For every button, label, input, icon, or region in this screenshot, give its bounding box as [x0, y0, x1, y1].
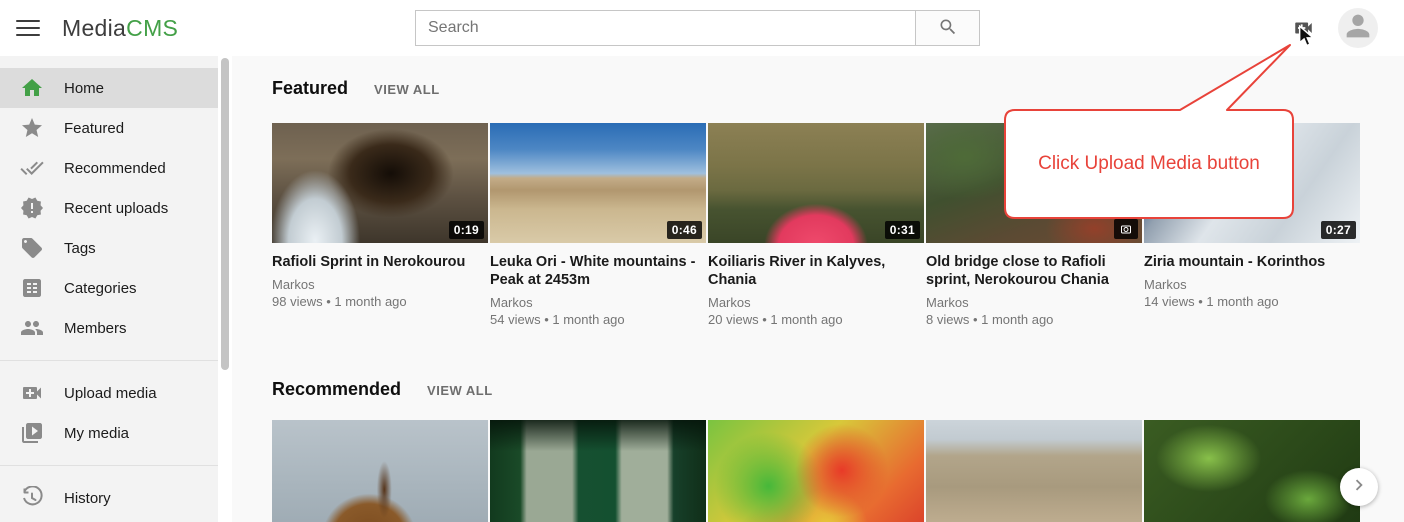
recent-uploads-icon: [20, 196, 44, 220]
sidebar-item-label: Recommended: [64, 160, 166, 177]
sidebar-item-tags[interactable]: Tags: [0, 228, 218, 268]
video-meta: 14 views • 1 month ago: [1144, 294, 1360, 310]
page-scrollbar: [218, 56, 232, 522]
sidebar-item-label: My media: [64, 425, 129, 442]
video-author[interactable]: Markos: [1144, 277, 1360, 293]
video-card[interactable]: [926, 420, 1142, 522]
duration-badge: 0:46: [667, 221, 702, 239]
person-icon: [1341, 9, 1375, 48]
upload-media-icon: [20, 381, 44, 405]
video-author[interactable]: Markos: [490, 295, 706, 311]
video-thumbnail[interactable]: [490, 420, 706, 522]
sidebar-divider: [0, 360, 218, 361]
logo-text-cms: CMS: [126, 15, 178, 42]
sidebar-item-label: Home: [64, 80, 104, 97]
video-thumbnail[interactable]: [708, 420, 924, 522]
duration-badge: 0:27: [1321, 221, 1356, 239]
search-input[interactable]: [416, 11, 915, 45]
upload-media-button[interactable]: [1290, 17, 1318, 41]
sidebar: Home Featured Recommended Recent uploads…: [0, 56, 218, 522]
categories-icon: [20, 276, 44, 300]
checkmarks-icon: [20, 156, 44, 180]
sidebar-item-label: Featured: [64, 120, 124, 137]
section-title: Recommended: [272, 379, 401, 400]
section-title: Featured: [272, 78, 348, 99]
video-thumbnail[interactable]: [1144, 420, 1360, 522]
video-thumbnail[interactable]: [272, 420, 488, 522]
video-card[interactable]: 0:46 Leuka Ori - White mountains - Peak …: [490, 123, 706, 328]
video-meta: 54 views • 1 month ago: [490, 312, 706, 328]
members-icon: [20, 316, 44, 340]
chevron-right-icon: [1348, 474, 1370, 501]
tag-icon: [20, 236, 44, 260]
video-thumbnail[interactable]: [926, 420, 1142, 522]
video-card[interactable]: [1144, 420, 1360, 522]
video-card[interactable]: 0:31 Koiliaris River in Kalyves, Chania …: [708, 123, 924, 328]
duration-badge: 0:31: [885, 221, 920, 239]
video-title[interactable]: Ziria mountain - Korinthos: [1144, 253, 1360, 271]
duration-badge: 0:19: [449, 221, 484, 239]
logo-text-media: Media: [62, 15, 126, 42]
my-media-icon: [20, 421, 44, 445]
video-card[interactable]: [272, 420, 488, 522]
video-card[interactable]: 0:27 Ziria mountain - Korinthos Markos 1…: [1144, 123, 1360, 310]
recommended-section-header: Recommended VIEW ALL: [272, 379, 493, 400]
sidebar-item-featured[interactable]: Featured: [0, 108, 218, 148]
sidebar-divider: [0, 465, 218, 466]
image-card[interactable]: Old bridge close to Rafioli sprint, Nero…: [926, 123, 1142, 328]
video-thumbnail[interactable]: 0:31: [708, 123, 924, 243]
video-title[interactable]: Leuka Ori - White mountains - Peak at 24…: [490, 253, 706, 289]
star-icon: [20, 116, 44, 140]
upload-media-icon: [1290, 26, 1317, 43]
history-icon: [20, 486, 44, 510]
video-title[interactable]: Rafioli Sprint in Nerokourou: [272, 253, 488, 271]
sidebar-item-recent-uploads[interactable]: Recent uploads: [0, 188, 218, 228]
sidebar-item-recommended[interactable]: Recommended: [0, 148, 218, 188]
video-meta: 8 views • 1 month ago: [926, 312, 1142, 328]
video-card[interactable]: [708, 420, 924, 522]
search-button[interactable]: [915, 11, 979, 45]
video-thumbnail[interactable]: 0:46: [490, 123, 706, 243]
camera-icon: [1114, 219, 1138, 239]
featured-section-header: Featured VIEW ALL: [272, 78, 440, 99]
sidebar-item-my-media[interactable]: My media: [0, 413, 218, 453]
search-bar: [415, 10, 980, 46]
scrollbar-thumb[interactable]: [221, 58, 229, 370]
menu-toggle-button[interactable]: [14, 14, 42, 42]
site-logo[interactable]: MediaCMS: [62, 0, 178, 56]
row-next-button[interactable]: [1340, 468, 1378, 506]
sidebar-item-history[interactable]: History: [0, 478, 218, 518]
video-thumbnail[interactable]: 0:19: [272, 123, 488, 243]
featured-row: 0:19 Rafioli Sprint in Nerokourou Markos…: [272, 123, 1364, 363]
video-card[interactable]: 0:19 Rafioli Sprint in Nerokourou Markos…: [272, 123, 488, 310]
recommended-row: [272, 420, 1364, 522]
video-author[interactable]: Markos: [708, 295, 924, 311]
top-header: MediaCMS: [0, 0, 1404, 56]
sidebar-item-home[interactable]: Home: [0, 68, 218, 108]
image-thumbnail[interactable]: [926, 123, 1142, 243]
sidebar-item-label: Upload media: [64, 385, 157, 402]
video-title[interactable]: Koiliaris River in Kalyves, Chania: [708, 253, 924, 289]
video-meta: 98 views • 1 month ago: [272, 294, 488, 310]
recommended-view-all-link[interactable]: VIEW ALL: [427, 383, 493, 398]
home-icon: [20, 76, 44, 100]
search-icon: [938, 17, 958, 40]
sidebar-item-upload-media[interactable]: Upload media: [0, 373, 218, 413]
video-thumbnail[interactable]: 0:27: [1144, 123, 1360, 243]
sidebar-item-label: History: [64, 490, 111, 507]
sidebar-item-label: Categories: [64, 280, 137, 297]
video-author[interactable]: Markos: [272, 277, 488, 293]
sidebar-item-categories[interactable]: Categories: [0, 268, 218, 308]
featured-view-all-link[interactable]: VIEW ALL: [374, 82, 440, 97]
user-avatar[interactable]: [1338, 8, 1378, 48]
video-author[interactable]: Markos: [926, 295, 1142, 311]
video-title[interactable]: Old bridge close to Rafioli sprint, Nero…: [926, 253, 1142, 289]
sidebar-item-label: Recent uploads: [64, 200, 168, 217]
sidebar-item-label: Members: [64, 320, 127, 337]
sidebar-item-members[interactable]: Members: [0, 308, 218, 348]
video-card[interactable]: [490, 420, 706, 522]
video-meta: 20 views • 1 month ago: [708, 312, 924, 328]
sidebar-item-label: Tags: [64, 240, 96, 257]
